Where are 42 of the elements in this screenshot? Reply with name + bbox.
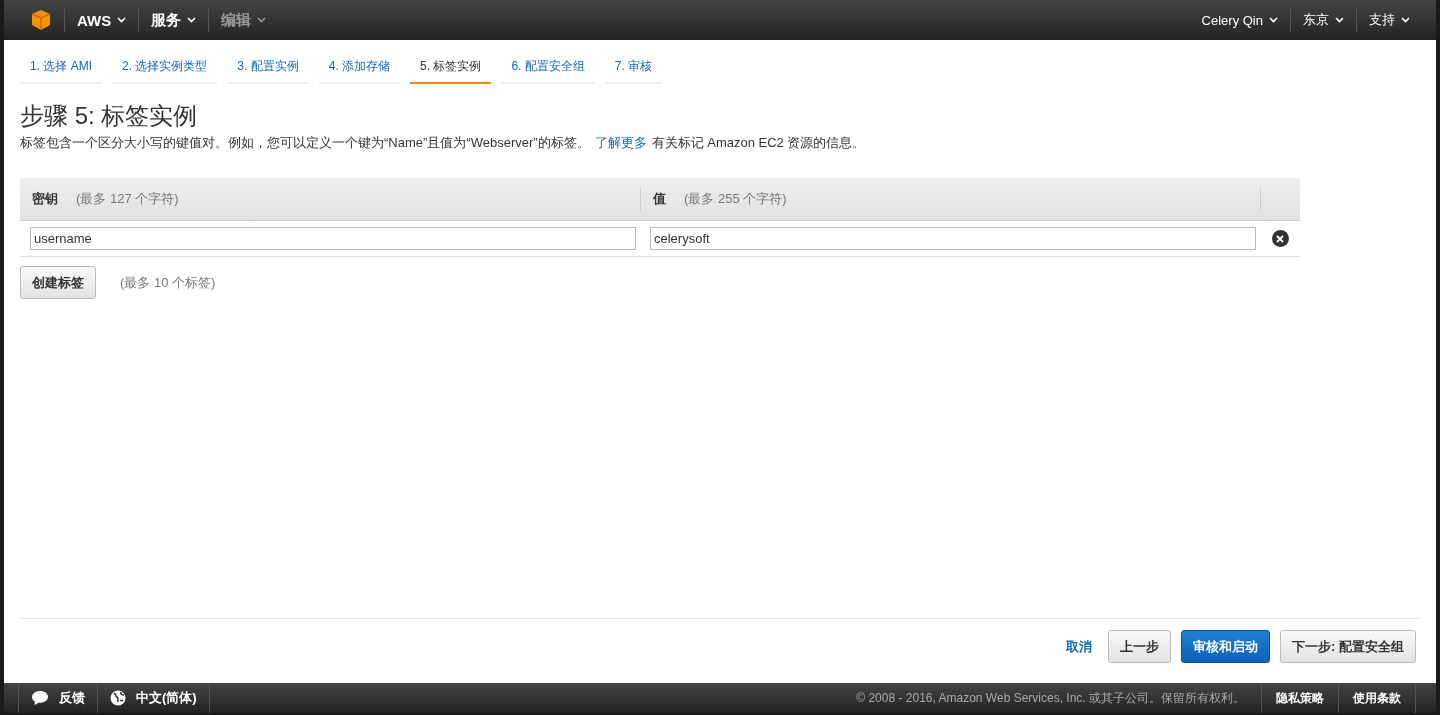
language-selector[interactable]: 中文(简体) (98, 683, 210, 713)
caret-icon (1269, 17, 1278, 23)
key-input-field[interactable]: username (30, 227, 636, 250)
copyright-text: © 2008 - 2016, Amazon Web Services, Inc. 或其子公司。保留所有权利。 (209, 683, 1262, 713)
value-input-field[interactable]: celerysoft (650, 227, 1256, 250)
caret-icon (117, 17, 127, 23)
speech-bubble-icon (31, 690, 49, 706)
next-button[interactable]: 下一步: 配置安全组 (1280, 630, 1416, 663)
wizard-step-tab[interactable]: 7. 审核 (604, 53, 663, 84)
footer-link[interactable]: 使用条款 (1339, 683, 1416, 713)
nav-menu[interactable]: 服务 (151, 10, 197, 30)
column-title: 密钥 (32, 190, 58, 208)
remove-icon[interactable] (1271, 230, 1289, 247)
nav-menu[interactable]: 支持 (1369, 11, 1410, 29)
create-tag-button[interactable]: 创建标签 (20, 266, 96, 299)
wizard-step-tab[interactable]: 3. 配置实例 (227, 53, 309, 84)
nav-menu[interactable]: 东京 (1303, 11, 1344, 29)
nav-menu[interactable]: AWS (77, 11, 127, 29)
caret-icon (1335, 17, 1344, 23)
feedback-link[interactable]: 反馈 (18, 683, 98, 713)
wizard-step-tab[interactable]: 1. 选择 AMI (20, 53, 102, 84)
tag-limit-hint: (最多 10 个标签) (120, 273, 216, 292)
caret-icon (257, 17, 267, 23)
wizard-step-tab[interactable]: 4. 添加存储 (318, 53, 401, 84)
globe-icon (110, 690, 126, 706)
wizard-step-tab[interactable]: 5. 标签实例 (410, 53, 492, 84)
page-heading: 步骤 5: 标签实例 (20, 101, 199, 131)
description-text: 标签包含一个区分大小写的键值对。例如，您可以定义一个键为“Name”且值为“Webserver”的标签。 了解更多 有关标记 Amazon EC2 资源的信息。 (20, 134, 867, 152)
column-title: 值 (653, 190, 666, 208)
review-launch-button[interactable]: 审核和启动 (1181, 630, 1271, 663)
learn-more-link[interactable]: 了解更多 (594, 135, 647, 150)
cancel-link[interactable]: 取消 (1066, 637, 1093, 656)
cube-logo-icon[interactable] (30, 9, 52, 31)
wizard-step-tab[interactable]: 6. 配置安全组 (501, 53, 595, 84)
column-hint: (最多 127 个字符) (76, 190, 179, 208)
wizard-step-tab[interactable]: 2. 选择实例类型 (112, 53, 218, 84)
footer-link[interactable]: 隐私策略 (1262, 683, 1339, 713)
caret-icon (187, 17, 197, 23)
previous-button[interactable]: 上一步 (1108, 630, 1172, 663)
nav-menu[interactable]: Celery Qin (1201, 12, 1278, 28)
caret-icon (1401, 17, 1410, 23)
column-hint: (最多 255 个字符) (684, 190, 787, 208)
